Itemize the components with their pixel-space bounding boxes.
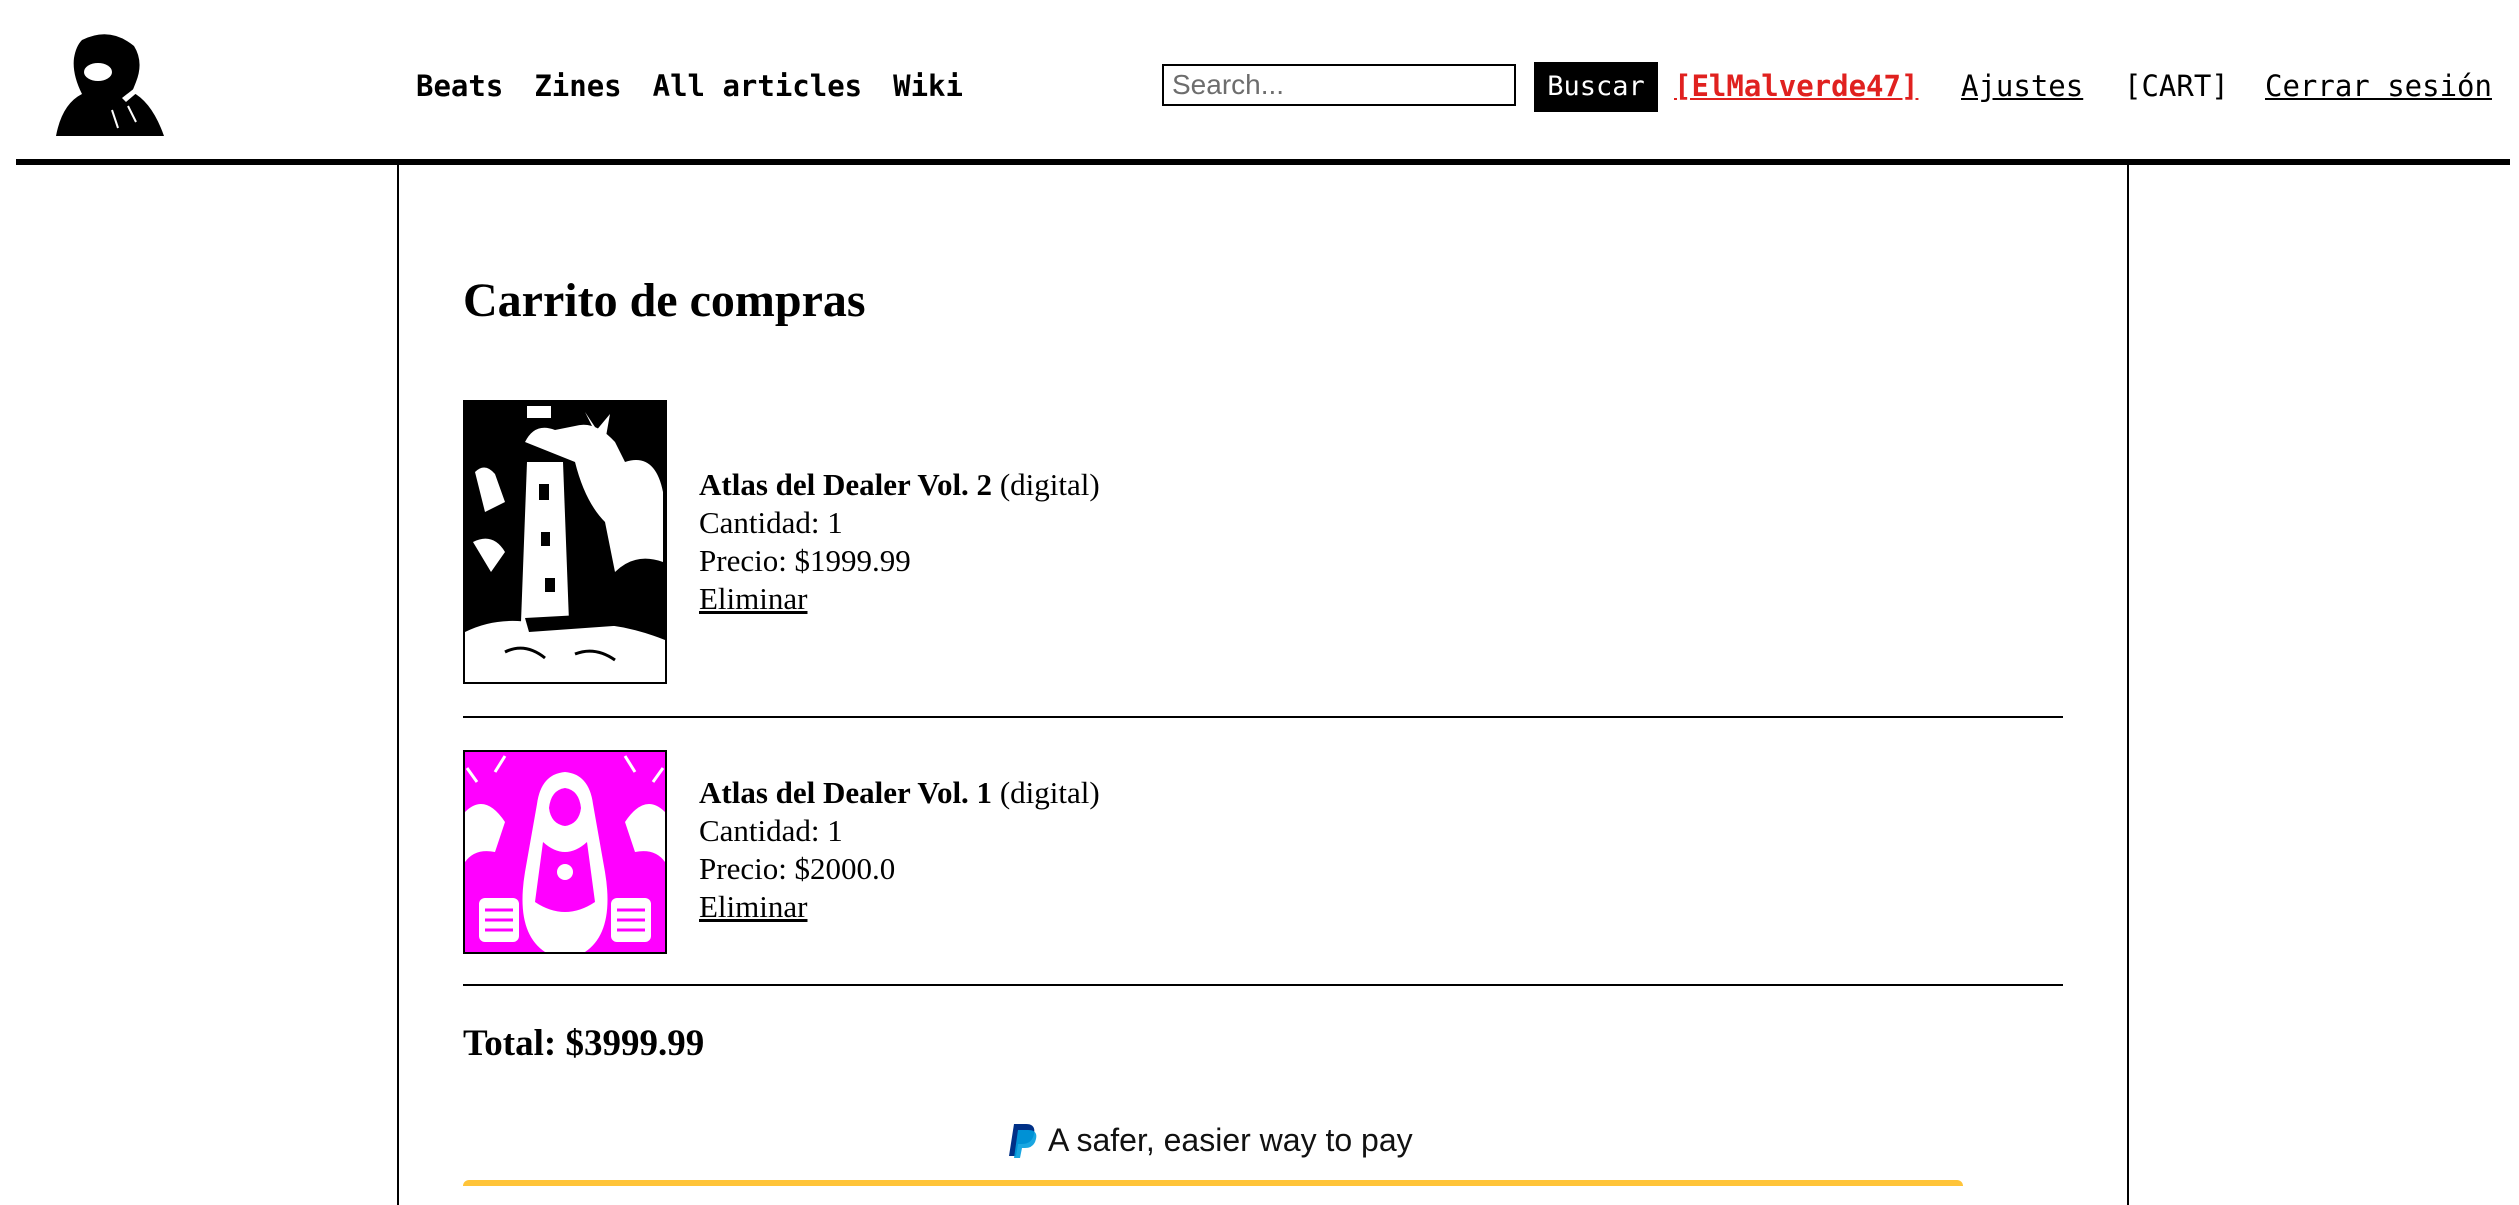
settings-link[interactable]: Ajustes [1961, 68, 2083, 104]
cart-item: Atlas del Dealer Vol. 2 (digital) Cantid… [463, 400, 2063, 718]
paypal-tagline-text: A safer, easier way to pay [1048, 1122, 1413, 1158]
nav-beats[interactable]: Beats [416, 68, 503, 104]
item-format: (digital) [999, 775, 1100, 810]
item-name: Atlas del Dealer Vol. 2 [699, 467, 993, 502]
main-nav: Beats Zines All articles Wiki [416, 68, 963, 104]
item-quantity: Cantidad: 1 [699, 813, 843, 848]
cart-item: Atlas del Dealer Vol. 1 (digital) Cantid… [463, 750, 2063, 986]
hooded-figure-logo-icon [56, 34, 164, 137]
remove-item-link[interactable]: Eliminar [699, 889, 807, 924]
item-details: Atlas del Dealer Vol. 1 (digital) Cantid… [699, 774, 1100, 926]
product-cover-image[interactable] [463, 750, 667, 954]
cart-total: Total: $3999.99 [463, 1023, 705, 1064]
search-input[interactable] [1162, 64, 1516, 106]
paypal-tagline: A safer, easier way to pay [1006, 1120, 1413, 1160]
cart-link[interactable]: [CART] [2124, 68, 2229, 104]
item-divider [463, 716, 2063, 718]
saint-figure-cover-icon [465, 752, 665, 952]
item-price: Precio: $1999.99 [699, 543, 911, 578]
remove-item-link[interactable]: Eliminar [699, 581, 807, 616]
logout-link[interactable]: Cerrar sesión [2265, 68, 2492, 104]
paypal-logo-icon [1009, 1124, 1037, 1158]
item-divider [463, 984, 2063, 986]
paypal-checkout-button[interactable] [463, 1180, 1963, 1186]
item-details: Atlas del Dealer Vol. 2 (digital) Cantid… [699, 466, 1100, 618]
item-name: Atlas del Dealer Vol. 1 [699, 775, 993, 810]
product-cover-image[interactable] [463, 400, 667, 684]
page-title: Carrito de compras [463, 274, 866, 327]
site-logo[interactable] [52, 32, 168, 138]
tower-tarot-cover-icon [465, 402, 665, 682]
nav-wiki[interactable]: Wiki [893, 68, 963, 104]
item-quantity: Cantidad: 1 [699, 505, 843, 540]
item-format: (digital) [999, 467, 1100, 502]
site-header: Beats Zines All articles Wiki Buscar [El… [0, 0, 2519, 168]
username-link[interactable]: [ElMalverde47] [1674, 68, 1918, 104]
nav-zines[interactable]: Zines [534, 68, 621, 104]
item-price: Precio: $2000.0 [699, 851, 896, 886]
nav-all-articles[interactable]: All articles [653, 68, 863, 104]
search-button[interactable]: Buscar [1534, 62, 1658, 112]
